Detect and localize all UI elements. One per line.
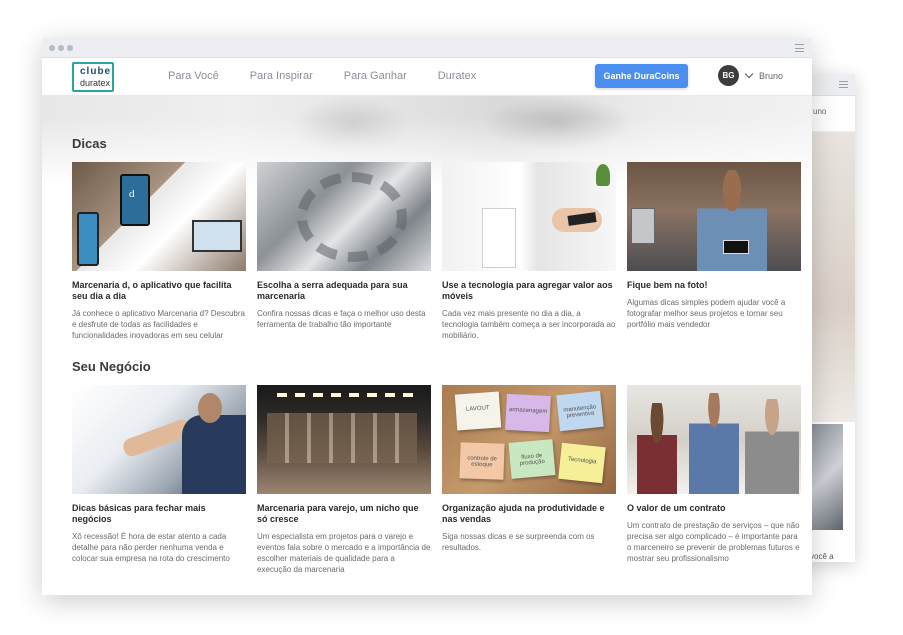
sticky-note: controle de estoque <box>459 442 505 480</box>
article-image[interactable] <box>257 162 431 271</box>
background-user-name: uno <box>813 107 827 116</box>
section-dicas: Dicas d Marcenaria d, o aplicativo que f… <box>72 136 812 341</box>
main-content: Dicas d Marcenaria d, o aplicativo que f… <box>72 136 812 575</box>
phone-illustration <box>120 174 150 226</box>
site-navbar: clube duratex Para Você Para Inspirar Pa… <box>42 58 812 96</box>
logo-text-top: clube <box>80 66 112 77</box>
person-illustration <box>697 170 767 271</box>
nav-link-para-voce[interactable]: Para Você <box>168 70 219 82</box>
ganhe-duracoins-button[interactable]: Ganhe DuraCoins <box>595 64 688 88</box>
tablet-illustration <box>192 220 242 252</box>
nav-link-para-inspirar[interactable]: Para Inspirar <box>250 70 313 82</box>
person-head-illustration <box>198 393 222 423</box>
article-title[interactable]: Use a tecnologia para agregar valor aos … <box>442 280 616 302</box>
section-seu-negocio: Seu Negócio Dicas básicas para fechar ma… <box>72 359 812 575</box>
article-title[interactable]: O valor de um contrato <box>627 503 801 514</box>
article-card[interactable]: O valor de um contrato Um contrato de pr… <box>627 385 801 575</box>
background-card-image[interactable] <box>810 424 843 530</box>
section-title: Dicas <box>72 136 107 151</box>
hamburger-menu-icon[interactable] <box>839 81 848 88</box>
article-title[interactable]: Dicas básicas para fechar mais negócios <box>72 503 246 525</box>
app-d-logo: d <box>129 188 135 200</box>
article-description: Siga nossas dicas e se surpreenda com os… <box>442 532 595 552</box>
main-nav: Para Você Para Inspirar Para Ganhar Dura… <box>168 70 507 82</box>
ceiling-lights-illustration <box>277 393 417 397</box>
nav-link-para-ganhar[interactable]: Para Ganhar <box>344 70 407 82</box>
person-illustration <box>637 403 677 494</box>
article-image[interactable] <box>627 385 801 494</box>
oven-illustration <box>631 208 655 244</box>
user-name[interactable]: Bruno <box>759 71 783 81</box>
article-image[interactable]: LAVOUT armazenagem manutenção preventiva… <box>442 385 616 494</box>
article-card[interactable]: LAVOUT armazenagem manutenção preventiva… <box>442 385 616 575</box>
person-illustration <box>745 399 799 494</box>
phone-illustration <box>723 240 749 254</box>
window-minimize-dot[interactable] <box>58 45 64 51</box>
article-image[interactable] <box>257 385 431 494</box>
section-title: Seu Negócio <box>72 359 151 374</box>
window-maximize-dot[interactable] <box>67 45 73 51</box>
background-card-text: você a <box>810 552 834 561</box>
article-title[interactable]: Marcenaria d, o aplicativo que facilita … <box>72 280 246 302</box>
sticky-note: armazenagem <box>505 393 551 433</box>
article-description: Algumas dicas simples podem ajudar você … <box>627 298 786 329</box>
article-image[interactable]: d <box>72 162 246 271</box>
saw-blade-illustration <box>297 172 407 262</box>
plant-illustration <box>596 164 610 186</box>
article-card[interactable]: Escolha a serra adequada para sua marcen… <box>257 162 431 341</box>
card-grid: d Marcenaria d, o aplicativo que facilit… <box>72 162 812 341</box>
person-illustration <box>689 393 739 494</box>
article-card[interactable]: Fique bem na foto! Algumas dicas simples… <box>627 162 801 341</box>
screenshot-stage: uno você a clube duratex Para Você Para … <box>0 0 903 635</box>
logo-text-bottom: duratex <box>80 78 111 88</box>
article-image[interactable] <box>442 162 616 271</box>
sticky-note: fluxo de produção <box>508 439 556 479</box>
sticky-note: manutenção preventiva <box>556 390 604 432</box>
article-description: Já conhece o aplicativo Marcenaria d? De… <box>72 309 245 340</box>
main-browser-window: clube duratex Para Você Para Inspirar Pa… <box>42 38 812 595</box>
window-close-dot[interactable] <box>49 45 55 51</box>
window-controls-icon[interactable] <box>49 45 73 51</box>
avatar[interactable]: BG <box>718 65 739 86</box>
sticky-note: Tecnologia <box>558 442 606 484</box>
article-image[interactable] <box>72 385 246 494</box>
store-shelves-illustration <box>267 413 417 463</box>
hamburger-menu-icon[interactable] <box>795 44 804 52</box>
article-title[interactable]: Marcenaria para varejo, um nicho que só … <box>257 503 431 525</box>
nav-link-duratex[interactable]: Duratex <box>438 70 477 82</box>
article-description: Um especialista em projetos para o varej… <box>257 532 431 574</box>
article-title[interactable]: Organização ajuda na produtividade e nas… <box>442 503 616 525</box>
article-description: Xô recessão! É hora de estar atento a ca… <box>72 532 230 563</box>
chevron-down-icon[interactable] <box>744 69 754 79</box>
shelf-illustration <box>482 208 516 268</box>
article-card[interactable]: Marcenaria para varejo, um nicho que só … <box>257 385 431 575</box>
phone-illustration <box>77 212 99 266</box>
sticky-note: LAVOUT <box>454 391 502 431</box>
article-card[interactable]: Dicas básicas para fechar mais negócios … <box>72 385 246 575</box>
card-grid: Dicas básicas para fechar mais negócios … <box>72 385 812 575</box>
person-illustration <box>182 415 246 494</box>
article-card[interactable]: d Marcenaria d, o aplicativo que facilit… <box>72 162 246 341</box>
article-title[interactable]: Fique bem na foto! <box>627 280 801 291</box>
article-description: Confira nossas dicas e faça o melhor uso… <box>257 309 426 329</box>
article-title[interactable]: Escolha a serra adequada para sua marcen… <box>257 280 431 302</box>
article-description: Um contrato de prestação de serviços – q… <box>627 521 800 563</box>
clube-duratex-logo[interactable]: clube duratex <box>72 62 114 92</box>
article-image[interactable] <box>627 162 801 271</box>
article-card[interactable]: Use a tecnologia para agregar valor aos … <box>442 162 616 341</box>
window-chrome <box>42 38 812 58</box>
article-description: Cada vez mais presente no dia a dia, a t… <box>442 309 616 340</box>
